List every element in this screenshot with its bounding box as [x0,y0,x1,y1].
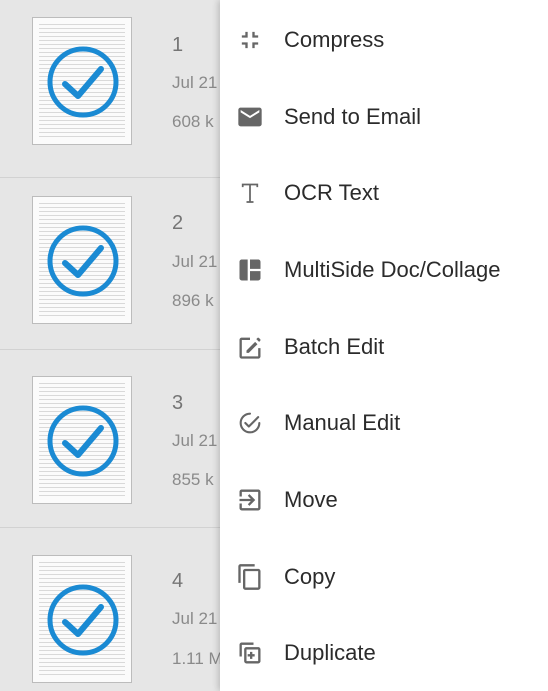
menu-label: OCR Text [284,179,379,205]
document-date: Jul 21 [172,609,218,628]
menu-label: Copy [284,563,336,589]
menu-item-batch-edit[interactable]: Batch Edit [220,308,548,385]
menu-item-manual-edit[interactable]: Manual Edit [220,384,548,461]
collage-icon [236,256,264,284]
selected-check-icon [47,405,119,477]
menu-label: Compress [284,26,385,52]
menu-item-ocr-text[interactable]: OCR Text [220,154,548,231]
menu-item-duplicate[interactable]: Duplicate [220,614,548,691]
menu-label: MultiSide Doc/Collage [284,256,501,282]
overflow-menu: Compress Send to Email OCR Text MultiSid… [220,0,548,691]
document-size: 896 k [172,291,214,310]
menu-item-move[interactable]: Move [220,461,548,538]
email-icon [236,103,264,131]
selected-check-icon [47,584,119,656]
menu-item-compress[interactable]: Compress [220,1,548,78]
move-icon [236,486,264,514]
document-date: Jul 21 [172,73,218,92]
document-size: 855 k [172,470,214,489]
document-name: 4 [172,570,184,592]
document-name: 3 [172,392,184,414]
document-size: 1.11 M [172,649,223,668]
menu-label: Batch Edit [284,333,385,359]
menu-item-copy[interactable]: Copy [220,538,548,615]
document-name: 2 [172,212,184,234]
copy-icon [236,563,264,591]
document-date: Jul 21 [172,431,218,450]
document-name: 1 [172,34,184,56]
document-thumbnail[interactable] [32,196,132,324]
selected-check-icon [47,46,119,118]
edit-icon [236,333,264,361]
document-thumbnail[interactable] [32,376,132,504]
duplicate-icon [236,639,264,667]
document-thumbnail[interactable] [32,17,132,145]
menu-label: Move [284,486,338,512]
text-icon [236,179,264,207]
menu-label: Manual Edit [284,409,401,435]
document-date: Jul 21 [172,252,218,271]
menu-item-send-to-email[interactable]: Send to Email [220,78,548,155]
manual-edit-icon [236,409,264,437]
selected-check-icon [47,225,119,297]
document-thumbnail[interactable] [32,555,132,683]
document-size: 608 k [172,112,214,131]
compress-icon [236,26,264,54]
menu-label: Send to Email [284,103,421,129]
menu-item-multiside-doc-collage[interactable]: MultiSide Doc/Collage [220,231,548,308]
menu-label: Duplicate [284,639,376,665]
